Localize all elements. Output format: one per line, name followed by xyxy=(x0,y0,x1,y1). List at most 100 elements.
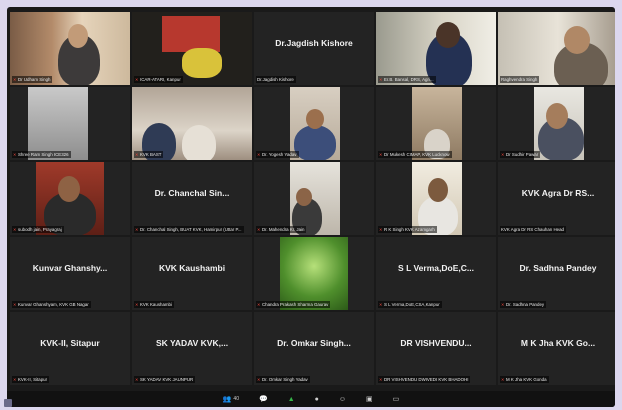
participant-name: KVK Agra Dr RS Chauhan Head xyxy=(500,226,566,233)
banner-board xyxy=(162,16,220,52)
participant-name: ✕ Dr Udham Singh xyxy=(12,76,53,83)
mic-muted-icon: ✕ xyxy=(379,76,383,82)
reactions-button[interactable]: ☺ xyxy=(339,396,346,403)
participant-name: ✕ M K Jha KVK Gonda xyxy=(500,376,549,383)
participant-tile[interactable]: DR VISHVENDU... ✕ DR VISHVENDU DWIVEDI KV… xyxy=(376,312,496,385)
participant-display-name: Kunvar Ghanshy... xyxy=(32,263,108,273)
mic-muted-icon: ✕ xyxy=(501,151,505,157)
mic-muted-icon: ✕ xyxy=(257,301,261,307)
participant-display-name: Dr. Chanchal Sin... xyxy=(154,188,230,198)
participant-tile[interactable]: ✕ Shree Ram Singh ICE326 xyxy=(10,87,130,160)
mic-muted-icon: ✕ xyxy=(13,151,17,157)
meeting-toolbar: 👥 40 💬 ▲ ● ☺ ▣ ▭ xyxy=(7,391,615,407)
participant-tile[interactable]: Raghvendra Singh xyxy=(498,12,615,85)
participant-tile[interactable]: Dr.Jagdish Kishore Dr.Jagdish Kishore xyxy=(254,12,374,85)
whiteboard-icon: ▭ xyxy=(392,396,400,403)
participant-name: ✕ Shree Ram Singh ICE326 xyxy=(12,151,71,158)
participant-tile[interactable]: S L Verma,DoE,C... ✕ S L Verma,DoE,CSA,Ka… xyxy=(376,237,496,310)
participant-tile[interactable]: M K Jha KVK Go... ✕ M K Jha KVK Gonda xyxy=(498,312,615,385)
participant-display-name: KVK Agra Dr RS... xyxy=(521,188,595,198)
share-screen-button[interactable]: ▲ xyxy=(288,396,295,403)
person-silhouette xyxy=(294,125,336,160)
participant-tile[interactable]: ✕ Dr. Mahendra Kr. Jain xyxy=(254,162,374,235)
participant-name: ✕ SK YADAV KVK JAUNPUR xyxy=(134,376,196,383)
participant-name: ✕ R K Singh KVK Azamgarh xyxy=(378,226,437,233)
participant-name: ✕ subodh jain, Prayagraj xyxy=(12,226,64,233)
apps-icon: ▣ xyxy=(366,396,373,403)
mic-muted-icon: ✕ xyxy=(135,376,139,382)
participant-name: ✕ Er.B. Bansal, DRS, Agri... xyxy=(378,76,436,83)
person-silhouette xyxy=(182,125,216,160)
participants-icon: 👥 xyxy=(222,396,232,403)
participant-tile[interactable]: Dr. Sadhna Pandey ✕ Dr. Sadhna Pandey xyxy=(498,237,615,310)
mic-muted-icon: ✕ xyxy=(135,151,139,157)
participant-display-name: S L Verma,DoE,C... xyxy=(398,263,474,273)
gallery-grid: ✕ Dr Udham Singh ✕ ICAR-ATARI, Kanpur Dr.J… xyxy=(10,12,615,385)
mic-muted-icon: ✕ xyxy=(13,226,17,232)
flowers xyxy=(182,48,222,78)
participant-display-name: M K Jha KVK Go... xyxy=(520,338,596,348)
record-button[interactable]: ● xyxy=(315,396,319,403)
participant-display-name: KVK-II, Sitapur xyxy=(40,338,100,348)
participant-name: ✕ KVK-II, Sitapur xyxy=(12,376,50,383)
participant-name: ✕ Dr. Omkar Singh Yadav xyxy=(256,376,310,383)
participant-tile[interactable]: ✕ R K Singh KVK Azamgarh xyxy=(376,162,496,235)
mic-muted-icon: ✕ xyxy=(13,301,17,307)
face xyxy=(428,178,448,202)
mic-muted-icon: ✕ xyxy=(501,376,505,382)
face xyxy=(436,22,460,48)
participant-name: Dr.Jagdish Kishore xyxy=(256,76,296,83)
participants-button[interactable]: 👥 40 xyxy=(223,395,239,403)
mic-muted-icon: ✕ xyxy=(379,301,383,307)
participant-tile[interactable]: ✕ Er.B. Bansal, DRS, Agri... xyxy=(376,12,496,85)
participant-display-name: Dr. Omkar Singh... xyxy=(277,338,351,348)
participant-tile[interactable]: KVK Kaushambi ✕ KVK Kaushambi xyxy=(132,237,252,310)
video-feed xyxy=(28,87,88,160)
mic-muted-icon: ✕ xyxy=(13,76,17,82)
participant-name: ✕ Dr Sudhir Pawar xyxy=(500,151,541,158)
participant-tile[interactable]: ✕ ICAR-ATARI, Kanpur xyxy=(132,12,252,85)
participant-tile[interactable]: SK YADAV KVK,... ✕ SK YADAV KVK JAUNPUR xyxy=(132,312,252,385)
mic-muted-icon: ✕ xyxy=(135,226,139,232)
participant-name: ✕ Dr. Mahendra Kr. Jain xyxy=(256,226,307,233)
participant-display-name: DR VISHVENDU... xyxy=(400,338,472,348)
chat-icon: 💬 xyxy=(258,396,268,403)
whiteboard-button[interactable]: ▭ xyxy=(393,395,400,403)
participant-name: ✕ Dr. Sadhna Pandey xyxy=(500,301,547,308)
mic-muted-icon: ✕ xyxy=(379,151,383,157)
participant-tile[interactable]: Dr. Chanchal Sin... ✕ Dr. Chanchal Singh,… xyxy=(132,162,252,235)
participant-display-name: Dr.Jagdish Kishore xyxy=(275,38,353,48)
participant-name: ✕ S L Verma,DoE,CSA,Kanpur xyxy=(378,301,442,308)
participant-name: ✕ Chandra Prakash Sharma Gaurav xyxy=(256,301,331,308)
participants-count: 40 xyxy=(233,396,239,402)
participant-tile[interactable]: Kunvar Ghanshy... ✕ Kunvar Ghanshyam, KVK… xyxy=(10,237,130,310)
chat-button[interactable]: 💬 xyxy=(259,395,268,403)
apps-button[interactable]: ▣ xyxy=(366,395,373,403)
face xyxy=(68,24,88,48)
mic-muted-icon: ✕ xyxy=(13,376,17,382)
participant-tile[interactable]: ✕ subodh jain, Prayagraj xyxy=(10,162,130,235)
window-icon xyxy=(4,399,12,407)
participant-name: ✕ KVK BAST xyxy=(134,151,164,158)
share-screen-icon: ▲ xyxy=(287,395,295,403)
participant-tile[interactable]: ✕ KVK BAST xyxy=(132,87,252,160)
participant-tile[interactable]: KVK Agra Dr RS... KVK Agra Dr RS Chauhan… xyxy=(498,162,615,235)
mic-muted-icon: ✕ xyxy=(135,301,139,307)
mic-muted-icon: ✕ xyxy=(257,151,261,157)
mic-muted-icon: ✕ xyxy=(379,376,383,382)
video-feed xyxy=(280,237,348,310)
participant-tile[interactable]: ✕ Chandra Prakash Sharma Gaurav xyxy=(254,237,374,310)
participant-tile[interactable]: ✕ Dr Mukesh CIMAP, KVK Lucknow xyxy=(376,87,496,160)
zoom-meeting-window: ✕ Dr Udham Singh ✕ ICAR-ATARI, Kanpur Dr.J… xyxy=(7,7,615,407)
participant-name: ✕ Kunvar Ghanshyam, KVK GB Nagar xyxy=(12,301,91,308)
participant-tile[interactable]: KVK-II, Sitapur ✕ KVK-II, Sitapur xyxy=(10,312,130,385)
participant-tile[interactable]: ✕ Dr Udham Singh xyxy=(10,12,130,85)
face xyxy=(546,103,568,129)
participant-tile[interactable]: ✕ Dr. Yogesh Yadav xyxy=(254,87,374,160)
participant-tile[interactable]: ✕ Dr Sudhir Pawar xyxy=(498,87,615,160)
participant-tile[interactable]: Dr. Omkar Singh... ✕ Dr. Omkar Singh Yada… xyxy=(254,312,374,385)
participant-name: ✕ Dr. Chanchal Singh, BUAT KVK, Hamirpur … xyxy=(134,226,244,233)
mic-muted-icon: ✕ xyxy=(501,301,505,307)
mic-muted-icon: ✕ xyxy=(257,376,261,382)
participant-name: ✕ DR VISHVENDU DWIVEDI KVK BHADOHI xyxy=(378,376,471,383)
